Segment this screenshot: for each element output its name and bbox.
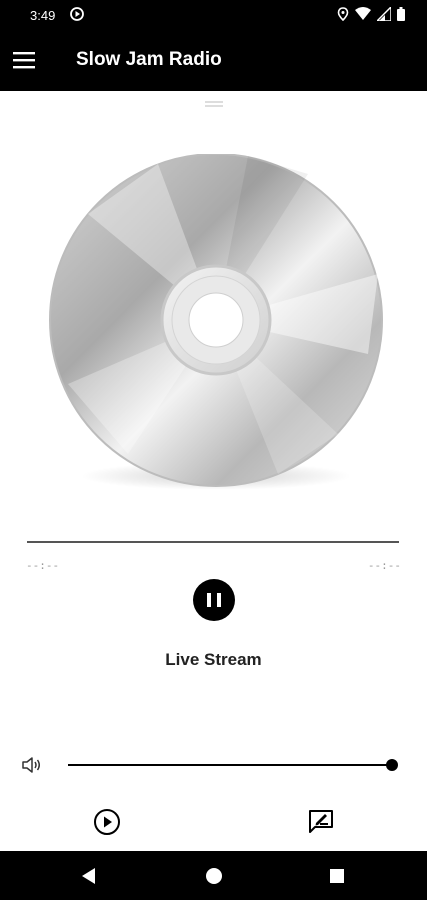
status-bar: 3:49 <box>0 0 427 32</box>
chat-edit-icon[interactable] <box>308 808 334 834</box>
app-bar: Slow Jam Radio <box>0 32 427 91</box>
wifi-icon <box>355 7 371 20</box>
volume-slider-thumb[interactable] <box>386 759 398 771</box>
media-playing-icon <box>70 7 84 21</box>
signal-icon <box>377 7 391 21</box>
drag-handle-icon[interactable] <box>205 100 223 108</box>
battery-icon <box>397 7 405 21</box>
status-icons <box>337 7 405 21</box>
system-nav-bar <box>0 851 427 900</box>
back-icon[interactable] <box>80 867 98 885</box>
cd-disc-icon <box>49 154 383 490</box>
status-time: 3:49 <box>30 8 56 23</box>
hamburger-menu-icon[interactable] <box>12 48 36 72</box>
pause-icon <box>207 593 221 607</box>
stream-label: Live Stream <box>165 650 262 669</box>
playback-progress-bar[interactable] <box>27 541 399 543</box>
pause-button[interactable] <box>193 579 235 621</box>
volume-icon[interactable] <box>20 753 44 777</box>
location-icon <box>337 7 349 21</box>
page-title: Slow Jam Radio <box>76 49 222 70</box>
play-circle-icon[interactable] <box>93 808 121 836</box>
home-icon[interactable] <box>205 867 223 885</box>
time-elapsed: --:-- <box>26 559 60 572</box>
time-total: --:-- <box>367 559 401 572</box>
recents-icon[interactable] <box>328 867 346 885</box>
volume-slider[interactable] <box>68 759 398 771</box>
